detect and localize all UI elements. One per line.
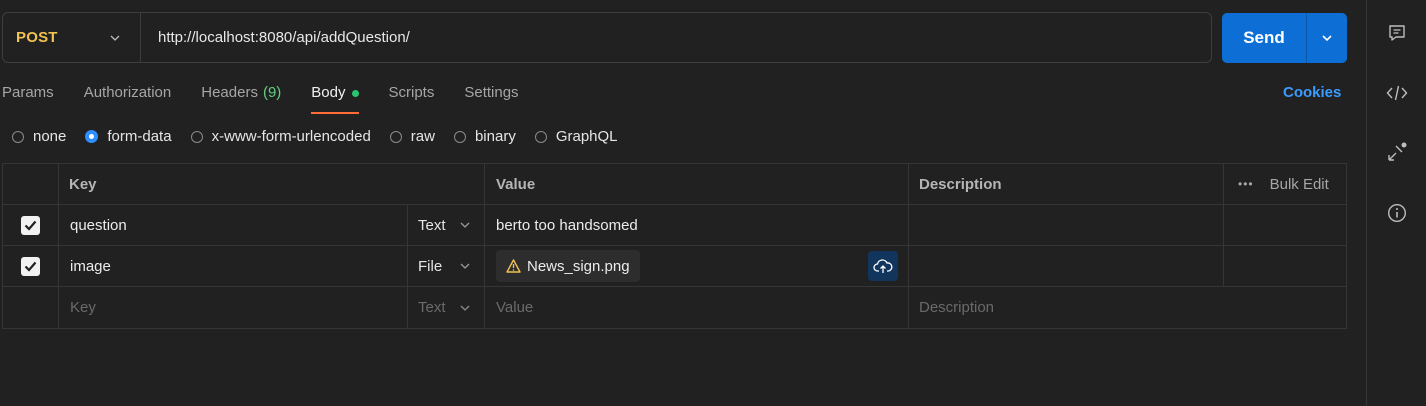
tab-headers[interactable]: Headers (9) [201,78,281,112]
more-dots-icon: ••• [1238,177,1254,191]
radio-circle [190,130,203,143]
body-type-options: none form-data x-www-form-urlencoded raw… [12,128,637,145]
tab-label: Body [311,84,346,101]
comment-icon[interactable] [1386,22,1408,44]
header-checkbox-cell [3,164,59,204]
radio-circle [453,130,466,143]
key-cell[interactable]: question [59,205,408,245]
radio-label: GraphQL [555,128,618,145]
tab-scripts[interactable]: Scripts [389,78,435,112]
chevron-down-icon [460,222,470,228]
bulk-edit-cell: ••• Bulk Edit [1224,164,1346,204]
file-chip[interactable]: News_sign.png [496,250,640,282]
radio-label: none [33,128,67,145]
row-checkbox-cell [3,246,59,286]
description-placeholder[interactable]: Description [909,287,1346,328]
right-sidebar [1366,0,1426,406]
tab-params[interactable]: Params [2,78,54,112]
radio-label: raw [410,128,435,145]
tab-body[interactable]: Body [311,78,359,114]
key-cell[interactable]: image [59,246,408,286]
type-label: Text [418,216,446,234]
radio-binary[interactable]: binary [453,128,516,145]
send-options-button[interactable] [1307,13,1347,63]
type-selector[interactable]: Text [408,205,485,245]
description-cell[interactable] [909,205,1224,245]
tab-settings[interactable]: Settings [464,78,518,112]
type-selector[interactable]: Text [408,287,485,328]
radio-graphql[interactable]: GraphQL [534,128,618,145]
type-label: File [418,257,443,275]
send-button[interactable]: Send [1222,13,1306,63]
radio-circle-selected [85,130,99,143]
type-selector[interactable]: File [408,246,485,286]
column-header-description: Description [909,164,1224,204]
checkmark-icon [24,261,37,272]
type-label: Text [418,299,446,316]
table-row: question Text berto too handsomed [3,205,1346,246]
chevron-down-icon [110,35,120,41]
row-checkbox-cell [3,287,59,328]
warning-icon [506,259,521,273]
description-cell[interactable] [909,246,1224,286]
column-header-key: Key [59,164,485,204]
upload-file-button[interactable] [868,251,898,281]
radio-circle [12,130,24,143]
checkmark-icon [24,220,37,231]
radio-none[interactable]: none [12,128,66,145]
tab-label: Authorization [83,84,172,101]
form-data-table: Key Value Description ••• Bulk Edit quest… [2,163,1347,329]
body-indicator-dot [351,90,359,97]
method-selector[interactable]: POST [3,13,141,62]
radio-label: binary [474,128,516,145]
bulk-edit-button[interactable]: ••• Bulk Edit [1238,176,1329,193]
radio-label: form-data [107,128,172,145]
cookies-link[interactable]: Cookies [1283,84,1341,101]
row-checkbox[interactable] [21,215,40,235]
request-bar: POST [2,12,1212,63]
radio-label: x-www-form-urlencoded [211,128,371,145]
value-placeholder[interactable]: Value [485,287,909,328]
tab-label: Scripts [388,84,435,101]
tab-authorization[interactable]: Authorization [84,78,172,112]
tab-label: Headers [201,84,258,101]
value-cell[interactable]: berto too handsomed [485,205,909,245]
table-row-placeholder: Key Text Value Description [3,287,1346,328]
bulk-edit-label: Bulk Edit [1269,175,1329,193]
info-icon[interactable] [1386,202,1408,224]
radio-form-data[interactable]: form-data [85,128,172,145]
related-collections-icon[interactable] [1386,141,1408,163]
radio-raw[interactable]: raw [389,128,435,145]
tab-label: Params [2,84,54,101]
code-icon[interactable] [1386,82,1408,104]
cloud-upload-icon [873,259,893,273]
tab-label: Settings [464,84,519,101]
row-checkbox-cell [3,205,59,245]
file-name: News_sign.png [527,257,630,275]
radio-x-www-form-urlencoded[interactable]: x-www-form-urlencoded [190,128,371,145]
table-row: image File News_sign.png [3,246,1346,287]
radio-circle [389,130,402,143]
row-extra-cell [1224,205,1346,245]
row-extra-cell [1224,246,1346,286]
chevron-down-icon [460,305,470,311]
request-tabs: Params Authorization Headers (9) Body Scr… [2,78,549,114]
column-header-value: Value [485,164,909,204]
method-label: POST [16,29,58,46]
url-input[interactable] [141,12,1211,63]
key-placeholder[interactable]: Key [59,287,408,328]
headers-count: (9) [262,84,282,101]
table-header-row: Key Value Description ••• Bulk Edit [3,164,1346,205]
chevron-down-icon [460,263,470,269]
value-cell: News_sign.png [485,246,909,286]
chevron-down-icon [1322,35,1332,42]
row-checkbox[interactable] [21,256,40,276]
send-button-group: Send [1222,13,1347,63]
radio-circle [534,130,547,143]
